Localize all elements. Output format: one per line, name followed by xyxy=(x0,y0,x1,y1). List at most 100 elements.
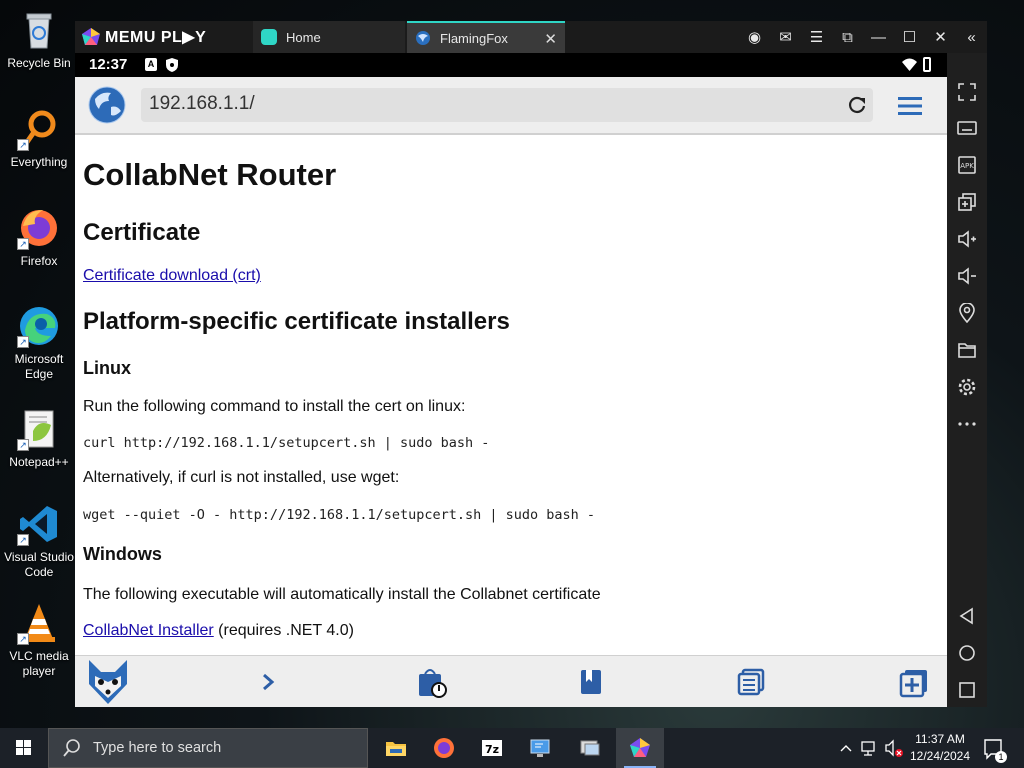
web-page: CollabNet Router Certificate Certificate… xyxy=(83,137,943,654)
account-icon[interactable]: ◉ xyxy=(739,28,770,46)
taskbar-rdp-connections[interactable] xyxy=(566,728,614,768)
svg-text:APK: APK xyxy=(960,162,974,170)
browser-bottom-bar xyxy=(75,655,947,707)
curl-command: curl http://192.168.1.1/setupcert.sh | s… xyxy=(83,435,490,451)
minimize-icon[interactable]: — xyxy=(863,29,894,46)
vlc-icon: ↗ xyxy=(17,601,61,645)
page-title: CollabNet Router xyxy=(83,157,337,192)
memu-logo-text: MEMU PL▶Y xyxy=(105,29,207,46)
desktop-icon-recycle-bin[interactable]: Recycle Bin xyxy=(4,8,74,71)
tab-flamingfox[interactable]: FlamingFox ✕ xyxy=(407,21,565,53)
memu-logo-icon xyxy=(82,28,100,45)
tab-home-label: Home xyxy=(286,29,321,45)
url-text[interactable]: 192.168.1.1/ xyxy=(149,93,255,115)
android-back-icon[interactable] xyxy=(957,606,977,626)
windows-start-icon[interactable] xyxy=(0,728,48,768)
wget-intro-text: Alternatively, if curl is not installed,… xyxy=(83,469,400,486)
search-icon xyxy=(63,739,80,757)
desktop-icon-label: Notepad++ xyxy=(9,455,69,469)
status-notification-icon: A xyxy=(145,58,157,71)
memu-taskbar-icon xyxy=(630,738,650,757)
vscode-icon: ↗ xyxy=(17,502,61,546)
rdp-connections-icon xyxy=(580,740,600,756)
desktop-icon-notepadpp[interactable]: ↗ Notepad++ xyxy=(4,407,74,470)
apk-icon[interactable]: APK xyxy=(957,155,977,175)
installer-requirement-text: (requires .NET 4.0) xyxy=(213,622,354,639)
firefox-icon: ↗ xyxy=(17,206,61,250)
mail-icon[interactable]: ✉ xyxy=(770,28,801,46)
forward-arrow-icon[interactable] xyxy=(258,666,278,698)
certificate-download-link[interactable]: Certificate download (crt) xyxy=(83,267,261,284)
android-recents-icon[interactable] xyxy=(957,680,977,700)
battery-icon xyxy=(923,57,931,72)
notepadpp-icon: ↗ xyxy=(17,407,61,451)
screen-record-icon[interactable]: ⧉ xyxy=(832,29,863,46)
taskbar-clock[interactable]: 11:37 AM 12/24/2024 xyxy=(908,731,972,765)
close-window-icon[interactable]: ✕ xyxy=(925,28,956,46)
desktop-icon-edge[interactable]: ↗ Microsoft Edge xyxy=(4,304,74,382)
tab-home[interactable]: Home xyxy=(253,21,405,53)
recycle-bin-icon xyxy=(17,8,61,52)
search-placeholder: Type here to search xyxy=(93,740,222,756)
flamingfox-globe-icon[interactable] xyxy=(87,85,127,125)
multi-instance-icon[interactable] xyxy=(957,192,977,212)
taskbar-remote-desktop[interactable] xyxy=(516,728,564,768)
linux-intro-text: Run the following command to install the… xyxy=(83,398,466,415)
desktop-icon-label: Firefox xyxy=(20,254,58,268)
taskbar-firefox[interactable] xyxy=(420,728,468,768)
notification-count-badge: 1 xyxy=(995,751,1007,763)
volume-up-icon[interactable] xyxy=(957,229,977,249)
hamburger-menu-icon[interactable] xyxy=(898,97,922,115)
android-home-icon[interactable] xyxy=(957,643,977,663)
tab-flamingfox-label: FlamingFox xyxy=(440,30,508,46)
keyboard-icon[interactable] xyxy=(957,118,977,138)
bookmarks-icon[interactable] xyxy=(578,666,604,698)
clock-date: 12/24/2024 xyxy=(909,749,971,763)
memu-titlebar[interactable]: MEMU PL▶Y Home FlamingFox ✕ ◉ ✉ ☰ ⧉ — ☐ … xyxy=(75,21,987,53)
menu-lines-icon[interactable]: ☰ xyxy=(801,28,832,46)
fullscreen-icon[interactable] xyxy=(957,82,977,102)
windows-taskbar: Type here to search 7z 11:37 AM 12/24/20… xyxy=(0,728,1024,768)
desktop-icon-vscode[interactable]: ↗ Visual Studio Code xyxy=(4,502,74,580)
everything-icon: ↗ xyxy=(17,107,61,151)
status-clock: 12:37 xyxy=(89,56,128,73)
shield-icon xyxy=(166,58,178,72)
settings-gear-icon[interactable] xyxy=(957,377,977,397)
wifi-icon xyxy=(902,58,917,71)
android-status-bar: 12:37 A xyxy=(75,53,947,77)
taskbar-7zip[interactable]: 7z xyxy=(468,728,516,768)
more-options-icon[interactable] xyxy=(957,414,977,434)
privacy-bag-icon[interactable] xyxy=(415,666,449,698)
desktop-icon-label: Recycle Bin xyxy=(7,56,71,70)
maximize-icon[interactable]: ☐ xyxy=(894,28,925,46)
windows-heading: Windows xyxy=(83,544,162,564)
taskbar-memu[interactable] xyxy=(616,728,664,768)
collabnet-installer-link[interactable]: CollabNet Installer xyxy=(83,622,214,639)
desktop-icon-everything[interactable]: ↗ Everything xyxy=(4,107,74,170)
desktop-icon-firefox[interactable]: ↗ Firefox xyxy=(4,206,74,269)
volume-down-icon[interactable] xyxy=(957,266,977,286)
linux-heading: Linux xyxy=(83,358,131,378)
network-icon[interactable] xyxy=(860,728,878,768)
close-tab-icon[interactable]: ✕ xyxy=(544,30,557,48)
fox-mascot-icon[interactable] xyxy=(83,658,133,706)
new-tab-icon[interactable] xyxy=(899,666,929,698)
taskbar-search-box[interactable]: Type here to search xyxy=(48,728,368,768)
file-explorer-icon xyxy=(386,742,406,756)
flamingfox-tab-icon xyxy=(416,31,430,45)
memu-window: MEMU PL▶Y Home FlamingFox ✕ ◉ ✉ ☰ ⧉ — ☐ … xyxy=(75,21,987,707)
windows-intro-text: The following executable will automatica… xyxy=(83,586,601,603)
volume-muted-icon[interactable] xyxy=(884,728,904,768)
folder-icon[interactable] xyxy=(957,340,977,360)
remote-desktop-icon xyxy=(530,739,550,757)
desktop-icon-label: VLC media player xyxy=(9,649,69,678)
collapse-sidebar-icon[interactable]: « xyxy=(956,29,987,46)
tabs-list-icon[interactable] xyxy=(737,666,767,698)
desktop-icon-vlc[interactable]: ↗ VLC media player xyxy=(4,601,74,679)
url-field[interactable]: 192.168.1.1/ xyxy=(141,88,873,122)
taskbar-file-explorer[interactable] xyxy=(372,728,420,768)
desktop-icon-label: Microsoft Edge xyxy=(14,352,64,381)
tray-overflow-chevron-icon[interactable] xyxy=(838,728,854,768)
reload-icon[interactable] xyxy=(847,95,867,115)
location-icon[interactable] xyxy=(957,303,977,323)
